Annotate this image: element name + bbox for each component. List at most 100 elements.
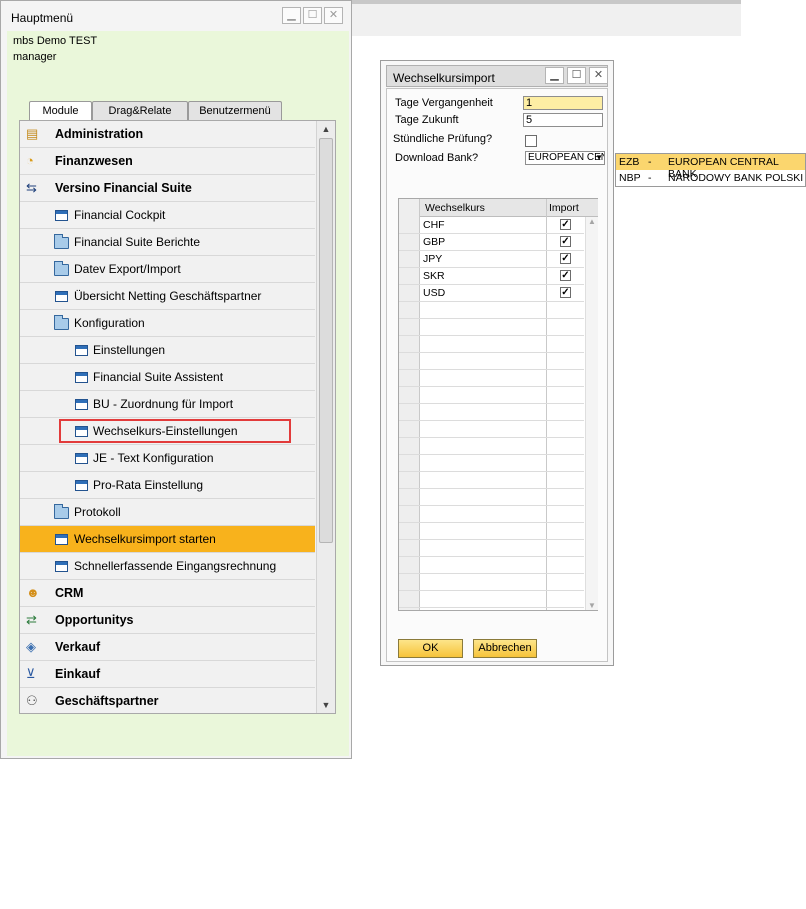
table-row[interactable]: GBP ✓ (399, 234, 584, 251)
col-header-wechselkurs[interactable]: Wechselkurs (425, 202, 485, 214)
table-row[interactable] (399, 370, 584, 387)
menu-item-label: Financial Suite Berichte (74, 235, 201, 249)
table-row[interactable] (399, 540, 584, 557)
table-row[interactable] (399, 523, 584, 540)
menu-item-financial-suite-berichte[interactable]: Financial Suite Berichte (20, 229, 315, 256)
import-checkbox[interactable]: ✓ (560, 219, 571, 230)
bank-option[interactable]: EZB - EUROPEAN CENTRAL BANK (616, 154, 805, 180)
menu-item-einkauf[interactable]: ⊻ Einkauf (20, 661, 315, 688)
table-row[interactable]: CHF ✓ (399, 217, 584, 234)
import-titlebar[interactable]: Wechselkursimport ▁ ☐ ✕ (386, 65, 608, 87)
menu-item-übersicht-netting-geschäftspartner[interactable]: Übersicht Netting Geschäftspartner (20, 283, 315, 310)
table-row[interactable] (399, 319, 584, 336)
close-button[interactable]: ✕ (589, 67, 608, 84)
table-row[interactable] (399, 302, 584, 319)
scroll-up-icon[interactable]: ▲ (586, 217, 598, 226)
tab-drag-relate[interactable]: Drag&Relate (92, 101, 188, 121)
chevron-down-icon[interactable]: ▼ (595, 152, 603, 164)
table-row[interactable] (399, 489, 584, 506)
table-row[interactable] (399, 336, 584, 353)
minimize-button[interactable]: ▁ (545, 67, 564, 84)
menu-item-finanzwesen[interactable]: ◔ Finanzwesen (20, 148, 315, 175)
table-row[interactable] (399, 574, 584, 591)
table-row[interactable] (399, 472, 584, 489)
table-row[interactable] (399, 455, 584, 472)
table-row[interactable] (399, 438, 584, 455)
grid-scrollbar[interactable]: ▲ ▼ (585, 217, 598, 610)
user-name: manager (13, 51, 57, 63)
maximize-button[interactable]: ☐ (567, 67, 586, 84)
minimize-button[interactable]: ▁ (282, 7, 301, 24)
menu-item-label: Einstellungen (93, 343, 166, 357)
import-checkbox[interactable]: ✓ (560, 287, 571, 298)
menu-item-je-text-konfiguration[interactable]: JE - Text Konfiguration (20, 445, 315, 472)
import-checkbox[interactable]: ✓ (560, 236, 571, 247)
days-past-input[interactable]: 1 (523, 96, 603, 110)
menu-item-label: Finanzwesen (55, 154, 133, 168)
menu-item-administration[interactable]: ▤ Administration (20, 121, 315, 148)
menu-item-label: Verkauf (55, 640, 101, 654)
download-bank-select[interactable]: EUROPEAN CENTRAL BANK ▼ (525, 151, 605, 165)
menu-item-label: Versino Financial Suite (55, 181, 192, 195)
currency-code: SKR (423, 270, 445, 282)
table-row[interactable] (399, 404, 584, 421)
menu-item-konfiguration[interactable]: Konfiguration (20, 310, 315, 337)
main-menu-client: mbs Demo TEST manager Module Drag&Relate… (7, 31, 349, 756)
menu-item-opportunitys[interactable]: ⇄ Opportunitys (20, 607, 315, 634)
table-row[interactable]: SKR ✓ (399, 268, 584, 285)
menu-item-wechselkursimport-starten[interactable]: Wechselkursimport starten (20, 526, 315, 553)
table-row[interactable] (399, 353, 584, 370)
menu-item-einstellungen[interactable]: Einstellungen (20, 337, 315, 364)
table-row[interactable] (399, 506, 584, 523)
import-checkbox[interactable]: ✓ (560, 253, 571, 264)
close-button[interactable]: ✕ (324, 7, 343, 24)
hourly-check-checkbox[interactable] (525, 135, 537, 147)
col-header-import[interactable]: Import (549, 202, 579, 214)
menu-item-schnellerfassende-eingangsrechnung[interactable]: Schnellerfassende Eingangsrechnung (20, 553, 315, 580)
scroll-up-icon[interactable]: ▲ (317, 121, 335, 137)
maximize-button[interactable]: ☐ (303, 7, 322, 24)
menu-item-protokoll[interactable]: Protokoll (20, 499, 315, 526)
module-menu-tree: ▲ ▼ ▤ Administration ◔ Finanzwesen ⇆ Versino … (19, 120, 336, 714)
menu-item-datev-export-import[interactable]: Datev Export/Import (20, 256, 315, 283)
table-row[interactable] (399, 421, 584, 438)
menu-item-geschäftspartner[interactable]: ⚇ Geschäftspartner (20, 688, 315, 713)
folder-open-icon (54, 315, 69, 330)
menu-item-crm[interactable]: ☻ CRM (20, 580, 315, 607)
menu-item-verkauf[interactable]: ◈ Verkauf (20, 634, 315, 661)
menu-item-pro-rata-einstellung[interactable]: Pro-Rata Einstellung (20, 472, 315, 499)
tab-benutzermenu[interactable]: Benutzermenü (188, 101, 282, 121)
table-row[interactable] (399, 591, 584, 608)
window-title: Hauptmenü (11, 11, 74, 25)
table-row[interactable]: USD ✓ (399, 285, 584, 302)
folder-icon (54, 261, 69, 276)
menu-item-versino-financial-suite[interactable]: ⇆ Versino Financial Suite (20, 175, 315, 202)
scroll-down-icon[interactable]: ▼ (586, 601, 598, 610)
highlight-box (59, 419, 291, 443)
tab-module[interactable]: Module (29, 101, 92, 122)
ok-button[interactable]: OK (398, 639, 463, 658)
menu-item-label: Protokoll (74, 505, 121, 519)
form-icon (75, 372, 88, 383)
table-row[interactable]: JPY ✓ (399, 251, 584, 268)
currency-code: JPY (423, 253, 443, 265)
bank-dropdown-list: EZB - EUROPEAN CENTRAL BANK NBP - NARODOWY BA… (615, 153, 806, 187)
menu-item-financial-cockpit[interactable]: Financial Cockpit (20, 202, 315, 229)
cancel-button[interactable]: Abbrechen (473, 639, 537, 658)
form-icon (75, 399, 88, 410)
main-menu-titlebar[interactable]: Hauptmenü ▁ ☐ ✕ (1, 1, 351, 33)
days-future-input[interactable]: 5 (523, 113, 603, 127)
currency-code: GBP (423, 236, 446, 248)
scroll-down-icon[interactable]: ▼ (317, 697, 335, 713)
table-row[interactable] (399, 557, 584, 574)
scroll-thumb[interactable] (319, 138, 333, 543)
menu-item-financial-suite-assistent[interactable]: Financial Suite Assistent (20, 364, 315, 391)
table-row[interactable] (399, 387, 584, 404)
import-checkbox[interactable]: ✓ (560, 270, 571, 281)
menu-scrollbar[interactable]: ▲ ▼ (316, 121, 335, 713)
menu-item-label: Einkauf (55, 667, 101, 681)
administration-icon: ▤ (26, 126, 39, 141)
menu-item-bu-zuordnung-für-import[interactable]: BU - Zuordnung für Import (20, 391, 315, 418)
opportunity-icon: ⇄ (26, 612, 37, 627)
bank-option[interactable]: NBP - NARODOWY BANK POLSKI (616, 170, 805, 186)
